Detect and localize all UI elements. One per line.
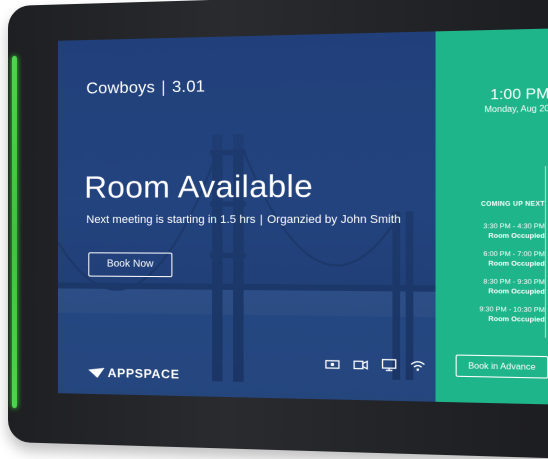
room-name: Cowboys (86, 79, 155, 98)
schedule-item: 8:30 PM - 9:30 PM Room Occupied (479, 277, 545, 297)
schedule-status: Room Occupied (479, 259, 545, 269)
availability-status: Room Available (84, 168, 313, 206)
display-icon (381, 359, 396, 372)
book-in-advance-button[interactable]: Book in Advance (456, 355, 548, 379)
schedule-status: Room Occupied (479, 287, 545, 297)
schedule-time: 8:30 PM - 9:30 PM (479, 277, 545, 287)
current-time: 1:00 PM (490, 84, 548, 102)
room-status-panel: Cowboys|3.01 Room Available Next meeting… (58, 31, 436, 401)
room-title: Cowboys|3.01 (86, 78, 205, 98)
room-number: 3.01 (172, 78, 205, 96)
appspace-logo-icon (88, 368, 104, 378)
schedule-status: Room Occupied (479, 231, 545, 241)
projector-icon (325, 358, 340, 371)
next-meeting-text: Next meeting is starting in 1.5 hrs (86, 214, 255, 226)
video-camera-icon (353, 358, 368, 371)
wifi-icon (410, 359, 425, 372)
schedule-item: 3:30 PM - 4:30 PM Room Occupied (479, 222, 545, 241)
schedule-item: 9:30 PM - 10:30 PM Room Occupied (479, 305, 545, 325)
organizer-text: Organzied by John Smith (267, 213, 401, 226)
schedule-list: 3:30 PM - 4:30 PM Room Occupied 6:00 PM … (479, 222, 545, 334)
brand-name: APPSPACE (108, 366, 180, 382)
status-led (12, 56, 17, 408)
current-date: Monday, Aug 20 (484, 104, 548, 115)
meeting-separator: | (256, 214, 268, 226)
coming-up-heading: COMING UP NEXT (481, 201, 545, 208)
schedule-time: 3:30 PM - 4:30 PM (479, 222, 545, 232)
room-amenities (325, 358, 426, 372)
schedule-status: Room Occupied (479, 314, 545, 324)
tablet-device: Cowboys|3.01 Room Available Next meeting… (8, 0, 548, 459)
brand-logo: APPSPACE (88, 366, 179, 382)
room-separator: | (155, 79, 172, 97)
book-now-button[interactable]: Book Now (88, 252, 172, 277)
screen: Cowboys|3.01 Room Available Next meeting… (58, 28, 548, 405)
schedule-time: 6:00 PM - 7:00 PM (479, 250, 545, 260)
schedule-item: 6:00 PM - 7:00 PM Room Occupied (479, 250, 545, 270)
schedule-divider (545, 166, 546, 338)
next-meeting-info: Next meeting is starting in 1.5 hrs|Orga… (86, 213, 401, 226)
schedule-panel: 1:00 PM Monday, Aug 20 COMING UP NEXT 3:… (436, 28, 548, 405)
